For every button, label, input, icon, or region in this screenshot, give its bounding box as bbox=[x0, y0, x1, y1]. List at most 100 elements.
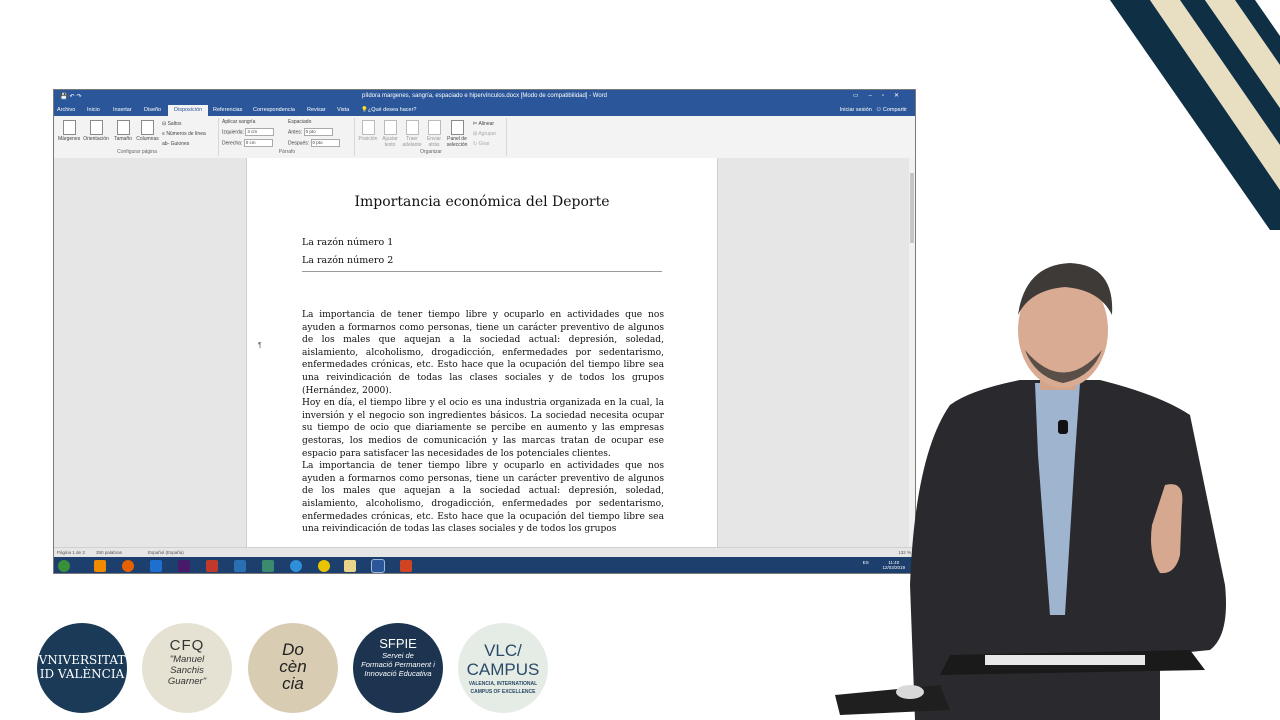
send-backward-button[interactable]: Enviar atrás bbox=[424, 120, 444, 148]
tell-me-box[interactable]: 💡¿Qué desea hacer? bbox=[361, 107, 416, 113]
hyphenation-icon: ab- bbox=[162, 141, 170, 147]
toc-entry-1[interactable]: La razón número 1 bbox=[302, 237, 662, 255]
size-button[interactable]: Tamaño bbox=[112, 120, 134, 142]
indent-right-input[interactable]: 0 cm bbox=[243, 139, 273, 147]
spacing-before-input[interactable]: 0 pto bbox=[303, 128, 333, 136]
person-icon: ⚇ bbox=[876, 107, 882, 113]
media-player-icon[interactable] bbox=[318, 560, 330, 572]
group-button[interactable]: ⊞ Agrupar bbox=[473, 131, 496, 137]
word-window: 💾↶↷ píldora margenes, sangría, espaciado… bbox=[53, 89, 916, 574]
wordpad-icon[interactable] bbox=[234, 560, 246, 572]
columns-button[interactable]: Columnas bbox=[135, 120, 160, 142]
size-label: Tamaño bbox=[114, 136, 132, 142]
powerpoint-icon[interactable] bbox=[400, 560, 412, 572]
orientation-button[interactable]: Orientación bbox=[82, 120, 110, 142]
margins-button[interactable]: Márgenes bbox=[58, 120, 80, 142]
windows-taskbar: ES 11:40 12/03/2019 bbox=[54, 557, 915, 573]
premiere-icon[interactable] bbox=[178, 560, 190, 572]
firefox-icon[interactable] bbox=[122, 560, 134, 572]
position-icon bbox=[361, 120, 375, 135]
align-label: Alinear bbox=[478, 121, 495, 127]
bring-forward-label: Traer adelante bbox=[402, 136, 422, 148]
tab-archivo[interactable]: Archivo bbox=[57, 107, 75, 113]
hyphenation-label: Guiones bbox=[170, 141, 190, 147]
breaks-label: Saltos bbox=[167, 121, 182, 127]
wrap-text-button[interactable]: Ajustar texto bbox=[380, 120, 400, 148]
word-count[interactable]: 350 palabras bbox=[96, 550, 122, 555]
vlc-logo-line-4: CAMPUS OF EXCELLENCE bbox=[470, 689, 536, 695]
group-arrange-label: Organizar bbox=[420, 149, 442, 155]
ribbon-tabs: Archivo Inicio Insertar Diseño Disposici… bbox=[54, 104, 915, 116]
cfq-logo-title: CFQ bbox=[169, 637, 205, 654]
paragraph-2: Hoy en día, el tiempo libre y el ocio es… bbox=[302, 398, 664, 459]
line-numbers-button[interactable]: ≡ Números de línea bbox=[162, 131, 206, 137]
send-backward-icon bbox=[427, 120, 441, 135]
cfq-logo-line-3: Guarner" bbox=[167, 676, 207, 687]
vlc-logo-line-1: VLC/ bbox=[484, 641, 522, 660]
cfq-logo-line-2: Sanchis bbox=[170, 665, 204, 676]
word-taskbar-icon[interactable] bbox=[371, 559, 385, 573]
uv-logo-line-2: ID VALÈNCIA bbox=[39, 667, 125, 681]
page-count[interactable]: Página 1 de 3 bbox=[57, 550, 85, 555]
start-button-icon[interactable] bbox=[58, 560, 70, 572]
tab-vista[interactable]: Vista bbox=[337, 107, 349, 113]
window-controls[interactable]: ▭–▫✕ bbox=[853, 92, 909, 99]
scrollbar-thumb[interactable] bbox=[910, 173, 914, 243]
tab-correspondencia[interactable]: Correspondencia bbox=[253, 107, 295, 113]
paragraph-1: La importancia de tener tiempo libre y o… bbox=[302, 310, 664, 396]
line-numbers-icon: ≡ bbox=[162, 131, 165, 137]
share-button[interactable]: Compartir bbox=[883, 107, 907, 113]
vlc-icon[interactable] bbox=[94, 560, 106, 572]
universitat-valencia-logo: VNIVERSITAT ID VALÈNCIA bbox=[37, 623, 127, 713]
tool-icon[interactable] bbox=[206, 560, 218, 572]
corner-stripes-decoration bbox=[1110, 0, 1280, 230]
document-area[interactable]: Importancia económica del Deporte La raz… bbox=[54, 158, 911, 547]
hyphenation-button[interactable]: ab- Guiones bbox=[162, 141, 189, 147]
tab-disposicion[interactable]: Disposición bbox=[168, 105, 209, 116]
document-title: Importancia económica del Deporte bbox=[354, 194, 610, 210]
selection-pane-button[interactable]: Panel de selección bbox=[445, 120, 469, 148]
vlc-logo-line-2: CAMPUS bbox=[466, 660, 540, 679]
document-page[interactable]: Importancia económica del Deporte La raz… bbox=[246, 158, 718, 547]
title-bar: 💾↶↷ píldora margenes, sangría, espaciado… bbox=[54, 90, 915, 104]
sfpie-logo-line-1: Servei de bbox=[382, 651, 414, 660]
screen-capture-icon[interactable] bbox=[262, 560, 274, 572]
group-icon: ⊞ bbox=[473, 131, 478, 137]
indent-left: Izquierda: 3 cm bbox=[222, 128, 275, 136]
align-button[interactable]: ⊨ Alinear bbox=[473, 121, 494, 127]
rotate-label: Girar bbox=[478, 141, 490, 147]
bring-forward-button[interactable]: Traer adelante bbox=[402, 120, 422, 148]
cfq-logo: CFQ "Manuel Sanchis Guarner" bbox=[142, 623, 232, 713]
paragraph-3: La importancia de tener tiempo libre y o… bbox=[302, 461, 664, 535]
tab-insertar[interactable]: Insertar bbox=[113, 107, 132, 113]
spacing-after-input[interactable]: 0 pto bbox=[310, 139, 340, 147]
bring-forward-icon bbox=[405, 120, 419, 135]
tab-revisar[interactable]: Revisar bbox=[307, 107, 326, 113]
file-explorer-icon[interactable] bbox=[344, 560, 356, 572]
network-icon[interactable] bbox=[290, 560, 302, 572]
language-status[interactable]: Español (España) bbox=[148, 550, 184, 555]
spacing-after-label: Después: bbox=[288, 140, 310, 147]
tab-diseno[interactable]: Diseño bbox=[144, 107, 161, 113]
docencia-logo-line-1: Do bbox=[282, 640, 304, 659]
tab-referencias[interactable]: Referencias bbox=[213, 107, 242, 113]
tab-inicio[interactable]: Inicio bbox=[87, 107, 100, 113]
cfq-logo-line-1: "Manuel bbox=[169, 654, 205, 665]
docencia-logo-line-2: cèn bbox=[279, 657, 307, 676]
selection-pane-label: Panel de selección bbox=[446, 136, 468, 148]
vlc-logo-line-3: VALENCIA, INTERNATIONAL bbox=[468, 681, 538, 687]
sign-in-link[interactable]: Iniciar sesión bbox=[840, 107, 872, 113]
internet-explorer-icon[interactable] bbox=[150, 560, 162, 572]
orientation-label: Orientación bbox=[83, 136, 109, 142]
group-arrange: Posición Ajustar texto Traer adelante En… bbox=[356, 118, 507, 156]
document-body: La importancia de tener tiempo libre y o… bbox=[302, 309, 664, 536]
rotate-button[interactable]: ↻ Girar bbox=[473, 141, 490, 147]
position-button[interactable]: Posición bbox=[358, 120, 378, 142]
indent-left-input[interactable]: 3 cm bbox=[245, 128, 275, 136]
docencia-logo-line-3: cia bbox=[282, 674, 304, 693]
margins-icon bbox=[62, 120, 76, 135]
spacing-before-label: Antes: bbox=[288, 129, 303, 136]
breaks-button[interactable]: ⊟ Saltos bbox=[162, 121, 182, 127]
tell-me-label: ¿Qué desea hacer? bbox=[367, 107, 417, 113]
window-title: píldora margenes, sangría, espaciado e h… bbox=[361, 93, 608, 99]
